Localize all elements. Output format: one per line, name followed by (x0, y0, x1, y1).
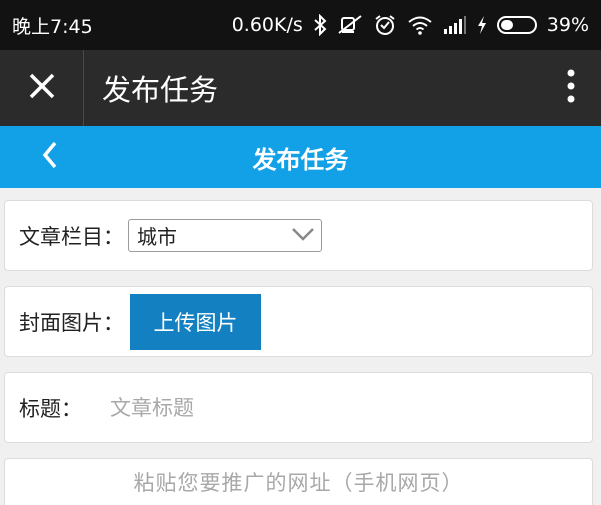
signal-icon (443, 15, 467, 35)
title-row: 标题： (4, 372, 593, 443)
url-placeholder: 粘贴您要推广的网址（手机网页） (133, 471, 464, 495)
back-button[interactable] (28, 126, 72, 188)
url-input-area[interactable]: 粘贴您要推广的网址（手机网页） (4, 458, 593, 505)
more-menu-button[interactable] (541, 50, 601, 126)
title-input[interactable] (110, 387, 490, 428)
close-icon (28, 72, 56, 104)
bluetooth-icon (313, 14, 327, 36)
upload-image-button[interactable]: 上传图片 (130, 293, 261, 350)
chevron-left-icon (42, 141, 58, 173)
mute-icon (337, 14, 363, 36)
app-bar: 发布任务 (0, 50, 601, 126)
page-title: 发布任务 (252, 145, 349, 174)
more-vertical-icon (567, 69, 575, 107)
category-select[interactable]: 城市 (128, 219, 322, 252)
category-label: 文章栏目： (19, 224, 124, 249)
wifi-icon (407, 15, 433, 35)
page-header: 发布任务 (0, 126, 601, 188)
status-bar: 晚上7:45 0.60K/s 39% (0, 0, 601, 50)
close-button[interactable] (0, 50, 84, 126)
battery-icon (496, 16, 537, 34)
charging-icon (477, 15, 487, 35)
cover-image-label: 封面图片： (19, 310, 124, 335)
cover-image-row: 封面图片： 上传图片 (4, 286, 593, 357)
category-select-value: 城市 (137, 225, 177, 249)
alarm-icon (373, 13, 397, 37)
chevron-down-icon (291, 226, 315, 245)
battery-fill (500, 20, 514, 30)
network-speed: 0.60K/s (231, 14, 303, 36)
title-label: 标题： (19, 396, 82, 421)
category-row: 文章栏目： 城市 (4, 200, 593, 271)
status-icons: 0.60K/s 39% (232, 13, 589, 37)
battery-percent: 39% (546, 14, 589, 36)
status-time: 晚上7:45 (12, 15, 93, 38)
app-title: 发布任务 (102, 73, 219, 107)
